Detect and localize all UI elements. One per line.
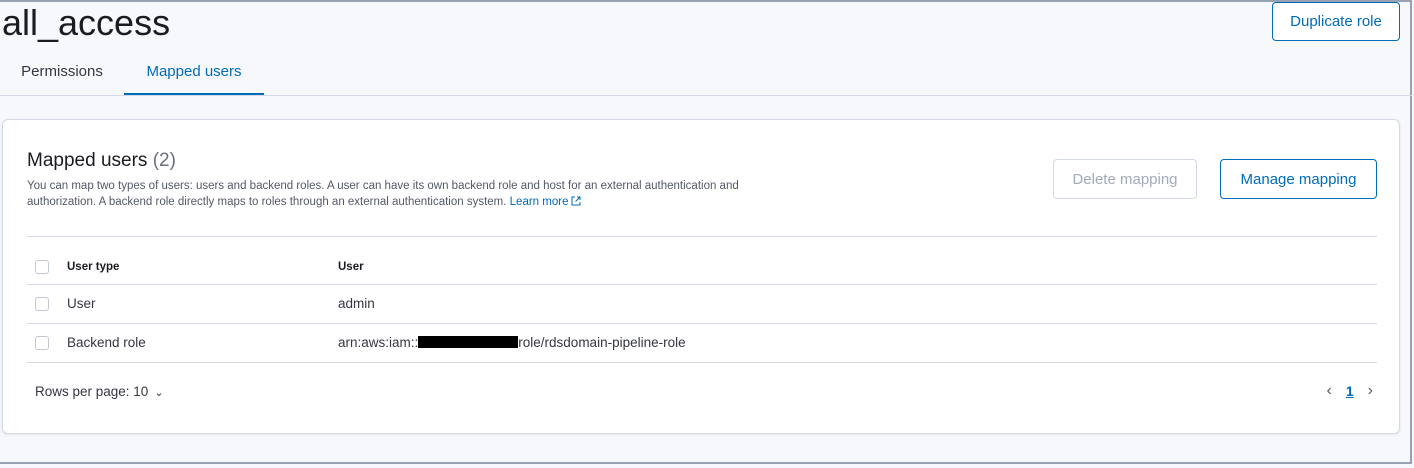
page-number-button[interactable]: 1 [1346,383,1354,399]
mapped-users-table: User type User User admin Backend role a… [27,236,1377,363]
table-row: User admin [27,285,1377,324]
pagination-bar: Rows per page: 10 ⌄ ‹ 1 › [27,382,1377,406]
role-page: all_access Duplicate role Permissions Ma… [0,0,1412,464]
chevron-down-icon: ⌄ [154,387,164,399]
pager: ‹ 1 › [1327,382,1373,400]
row-checkbox[interactable] [35,336,49,350]
delete-mapping-button[interactable]: Delete mapping [1053,159,1197,199]
page-title: all_access [2,2,171,43]
table-row: Backend role arn:aws:iam:: role/rdsdomain… [27,324,1377,363]
external-link-icon [571,196,581,206]
chevron-right-icon[interactable]: › [1368,382,1373,400]
header-user[interactable]: User [338,261,364,273]
manage-mapping-button[interactable]: Manage mapping [1220,159,1377,199]
panel-title-text: Mapped users [27,150,148,171]
cell-user: arn:aws:iam:: role/rdsdomain-pipeline-rol… [338,335,686,350]
learn-more-link[interactable]: Learn more [510,196,582,208]
rows-per-page-label[interactable]: Rows per page: 10 [35,384,148,399]
cell-user-suffix: role/rdsdomain-pipeline-role [518,335,686,350]
mapped-users-count: (2) [152,150,176,171]
cell-user-type: User [67,296,96,311]
tab-bar: Permissions Mapped users [0,49,1412,96]
table-header-row: User type User [27,237,1377,285]
tab-mapped-users[interactable]: Mapped users [124,49,264,95]
header-user-type[interactable]: User type [67,261,119,273]
redacted-account-id [418,336,519,348]
rows-per-page-select[interactable]: Rows per page: 10 ⌄ [35,384,164,399]
panel-description: You can map two types of users: users an… [27,178,787,210]
cell-user-prefix: arn:aws:iam:: [338,335,419,350]
panel-title: Mapped users (2) [27,150,176,172]
duplicate-role-button[interactable]: Duplicate role [1272,2,1400,41]
learn-more-label[interactable]: Learn more [510,196,569,208]
tab-permissions[interactable]: Permissions [4,49,120,94]
cell-user-text: admin [338,296,375,311]
chevron-left-icon[interactable]: ‹ [1327,382,1332,400]
cell-user-type: Backend role [67,335,146,350]
select-all-checkbox[interactable] [35,260,49,274]
row-checkbox[interactable] [35,297,49,311]
mapped-users-panel: Mapped users (2) You can map two types o… [2,119,1400,434]
description-text: You can map two types of users: users an… [27,180,739,208]
cell-user: admin [338,296,375,311]
